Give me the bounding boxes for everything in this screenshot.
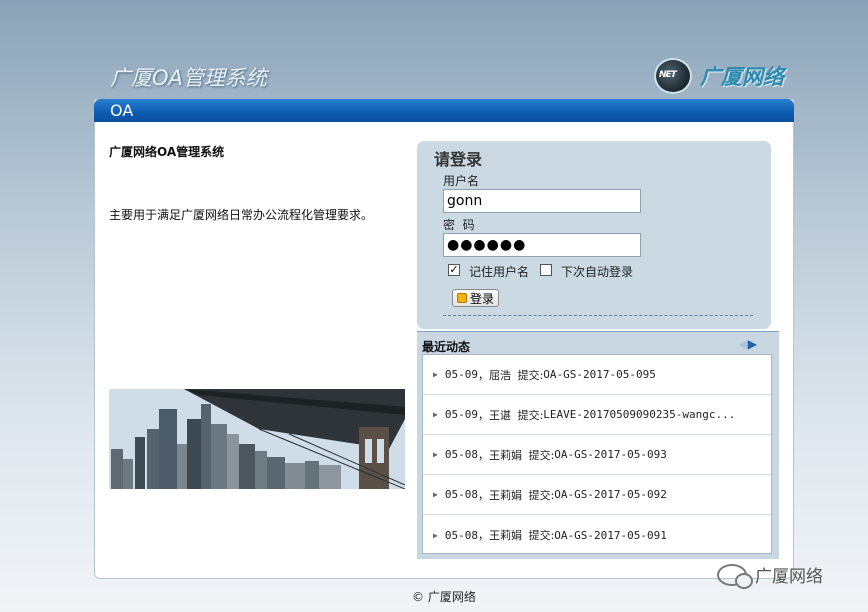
next-arrow-icon[interactable]: ▶ [748,337,757,351]
news-author: 屈浩 [488,368,511,382]
password-label: 密 码 [443,218,475,232]
news-action: 提交: [517,368,544,382]
footer-copyright: © 广厦网络 [412,590,476,604]
news-author: 王莉娟 [488,448,522,462]
news-item[interactable]: ▶ 05-09，王谌 提交: LEAVE-20170509090235-wangc… [423,395,771,435]
bullet-triangle-icon: ▶ [433,410,438,419]
login-button-label: 登录 [470,291,495,306]
system-title: 广厦OA管理系统 [110,66,267,90]
news-code: LEAVE-20170509090235-wangc... [543,408,736,421]
watermark-text: 广厦网络 [755,567,823,587]
news-date: 05-08 [444,448,478,461]
recent-activity-panel: 最近动态 ◀▶ ▶ 05-09，屈浩 提交: OA-GS-2017-05-095 … [417,331,779,559]
news-item[interactable]: ▶ 05-08，王莉娟 提交: OA-GS-2017-05-092 [423,475,771,515]
news-code: OA-GS-2017-05-093 [554,448,667,461]
news-date: 05-08 [444,528,478,542]
news-code: OA-GS-2017-05-091 [554,528,667,542]
login-key-icon [457,293,467,303]
panel-title-bar: OA [94,99,794,122]
news-author: 王莉娟 [488,488,522,502]
brand-name: 广厦网络 [700,65,784,89]
login-title: 请登录 [434,150,483,169]
username-input[interactable] [443,189,641,213]
wechat-watermark: 广厦网络 [717,562,823,589]
net-logo-icon: NET [654,58,692,94]
news-date: 05-09 [444,408,478,421]
news-separator: ， [477,408,489,422]
auto-login-checkbox[interactable] [540,264,552,276]
remember-username-label: 记住用户名 [469,265,530,279]
wechat-icon [717,563,753,589]
news-item[interactable]: ▶ 05-08，王莉娟 提交: OA-GS-2017-05-091 [423,515,771,555]
login-box: 请登录 用户名 密 码 ●●●●●● ✓ 记住用户名 下次自动登录 登录 [417,141,771,329]
auto-login-label: 下次自动登录 [561,265,634,279]
news-date: 05-09 [444,368,478,381]
bullet-triangle-icon: ▶ [433,370,438,379]
news-separator: ， [477,488,489,502]
news-code: OA-GS-2017-05-095 [543,368,656,381]
news-author: 王谌 [488,408,511,422]
brand-icon-text: NET [659,70,677,80]
news-author: 王莉娟 [488,529,522,542]
news-separator: ， [477,448,489,462]
remember-username-checkbox[interactable]: ✓ [448,264,460,276]
news-action: 提交: [517,408,544,422]
description-title: 广厦网络OA管理系统 [109,145,225,159]
news-action: 提交: [528,529,555,542]
news-pager: ◀▶ [739,337,757,351]
news-item[interactable]: ▶ 05-08，王莉娟 提交: OA-GS-2017-05-093 [423,435,771,475]
login-button[interactable]: 登录 [452,289,500,307]
city-bridge-image [109,389,405,489]
news-code: OA-GS-2017-05-092 [554,488,667,501]
login-divider [443,315,753,316]
news-list: ▶ 05-09，屈浩 提交: OA-GS-2017-05-095 ▶ 05-09，… [422,354,772,554]
city-skyline-illustration [109,389,405,489]
password-input[interactable]: ●●●●●● [443,233,641,257]
prev-arrow-icon[interactable]: ◀ [739,337,748,351]
news-separator: ， [477,529,489,542]
bullet-triangle-icon: ▶ [433,450,438,459]
news-action: 提交: [528,488,555,502]
recent-activity-title: 最近动态 [422,340,471,354]
bullet-triangle-icon: ▶ [433,530,438,540]
username-label: 用户名 [443,174,480,188]
description-text: 主要用于满足广厦网络日常办公流程化管理要求。 [109,208,374,222]
brand-logo: NET 广厦网络 [654,58,784,94]
news-item[interactable]: ▶ 05-09，屈浩 提交: OA-GS-2017-05-095 [423,355,771,395]
news-date: 05-08 [444,488,478,501]
news-separator: ， [477,368,489,382]
main-panel: OA 广厦网络OA管理系统 主要用于满足广厦网络日常办公流程化管理要求。 请登录… [94,99,794,579]
bullet-triangle-icon: ▶ [433,490,438,499]
news-action: 提交: [528,448,555,462]
